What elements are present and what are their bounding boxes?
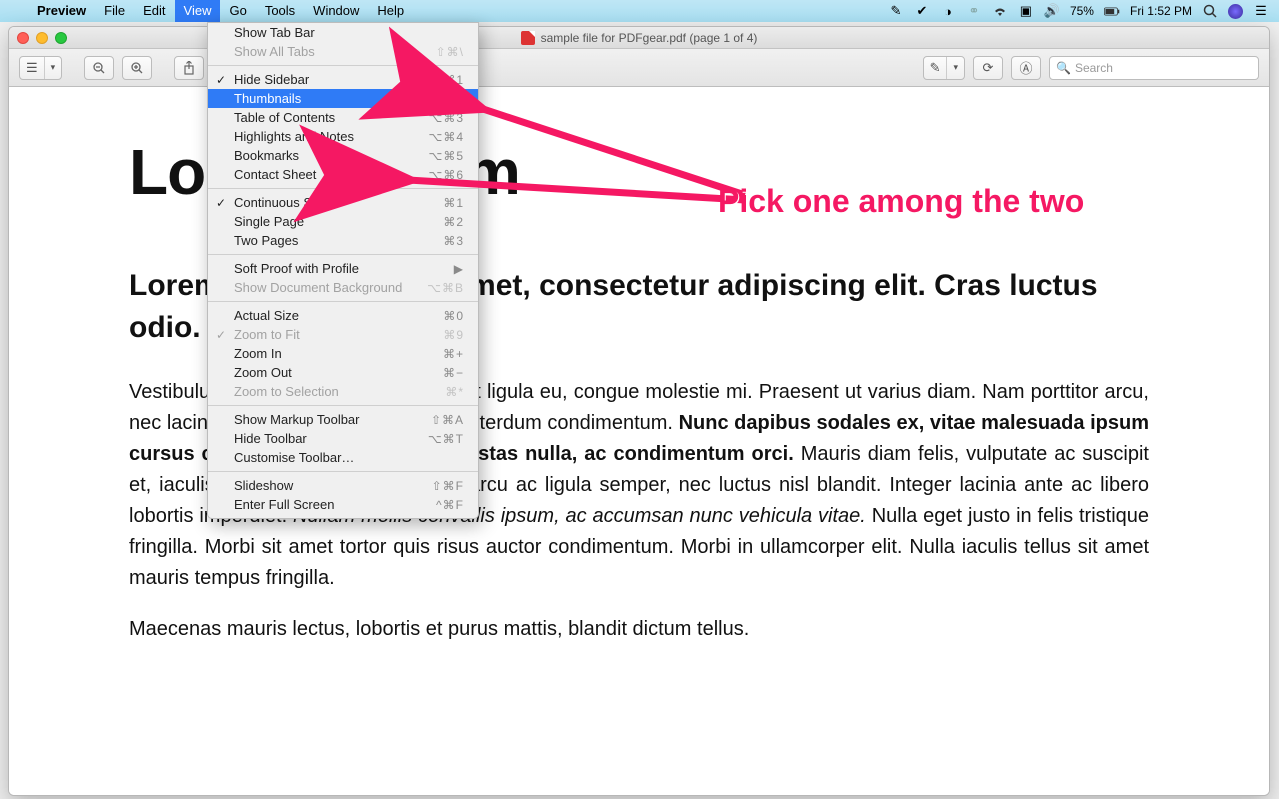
menubar: Preview File Edit View Go Tools Window H… [0,0,1279,22]
sidebar-view-button[interactable]: ☰▾ [19,56,62,80]
menu-item-zoom-out[interactable]: Zoom Out⌘− [208,363,478,382]
menu-item-zoom-in[interactable]: Zoom In⌘+ [208,344,478,363]
menu-file[interactable]: File [95,0,134,22]
markup-button[interactable]: Ⓐ [1011,56,1041,80]
search-icon: 🔍 [1056,61,1071,75]
app-name[interactable]: Preview [28,0,95,22]
toolbar: ☰▾ ✎▾ ⟳ Ⓐ 🔍 Search [9,49,1269,87]
menu-item-show-document-background: Show Document Background⌥⌘B [208,278,478,297]
display-icon[interactable]: ▣ [1018,3,1034,19]
bluetooth-icon[interactable]: ⚭ [966,3,982,19]
wifi-icon[interactable] [992,3,1008,19]
menu-item-slideshow[interactable]: Slideshow⇧⌘F [208,476,478,495]
menu-item-zoom-to-fit: ✓Zoom to Fit⌘9 [208,325,478,344]
window-title: sample file for PDFgear.pdf (page 1 of 4… [521,31,758,45]
clock[interactable]: Fri 1:52 PM [1130,4,1192,18]
menu-item-single-page[interactable]: Single Page⌘2 [208,212,478,231]
menu-item-bookmarks[interactable]: Bookmarks⌥⌘5 [208,146,478,165]
menu-item-zoom-to-selection: Zoom to Selection⌘* [208,382,478,401]
menu-item-soft-proof-with-profile[interactable]: Soft Proof with Profile▶ [208,259,478,278]
maximize-button[interactable] [55,32,67,44]
volume-icon[interactable]: 🔊 [1044,3,1060,19]
menu-item-show-all-tabs: Show All Tabs⇧⌘\ [208,42,478,61]
traffic-lights [17,32,67,44]
menu-go[interactable]: Go [220,0,255,22]
rotate-button[interactable]: ⟳ [973,56,1003,80]
battery-percent: 75% [1070,4,1094,18]
menu-item-hide-toolbar[interactable]: Hide Toolbar⌥⌘T [208,429,478,448]
battery-icon[interactable] [1104,3,1120,19]
menu-view[interactable]: View [175,0,221,22]
menu-help[interactable]: Help [368,0,413,22]
search-placeholder: Search [1075,61,1113,75]
menu-item-continuous-scroll[interactable]: ✓Continuous Scroll⌘1 [208,193,478,212]
menu-item-enter-full-screen[interactable]: Enter Full Screen^⌘F [208,495,478,514]
minimize-button[interactable] [36,32,48,44]
annotation-text: Pick one among the two [718,183,1084,220]
zoom-out-button[interactable] [84,56,114,80]
share-button[interactable] [174,56,204,80]
quill-icon[interactable]: ✎ [888,3,904,19]
notification-center-icon[interactable]: ☰ [1253,3,1269,19]
shield-check-icon[interactable]: ✔ [914,3,930,19]
pdf-icon [521,31,535,45]
menu-item-table-of-contents[interactable]: Table of Contents⌥⌘3 [208,108,478,127]
menu-item-show-markup-toolbar[interactable]: Show Markup Toolbar⇧⌘A [208,410,478,429]
menu-item-highlights-and-notes[interactable]: Highlights and Notes⌥⌘4 [208,127,478,146]
menu-window[interactable]: Window [304,0,368,22]
window-title-text: sample file for PDFgear.pdf (page 1 of 4… [541,31,758,45]
close-button[interactable] [17,32,29,44]
menu-item-show-tab-bar[interactable]: Show Tab Bar [208,23,478,42]
siri-icon[interactable] [1228,4,1243,19]
view-menu-dropdown: Show Tab BarShow All Tabs⇧⌘\ ✓Hide Sideba… [207,22,479,519]
menu-item-hide-sidebar[interactable]: ✓Hide Sidebar⌥⌘1 [208,70,478,89]
menu-item-actual-size[interactable]: Actual Size⌘0 [208,306,478,325]
titlebar[interactable]: sample file for PDFgear.pdf (page 1 of 4… [9,27,1269,49]
menu-tools[interactable]: Tools [256,0,304,22]
menu-edit[interactable]: Edit [134,0,174,22]
menu-item-two-pages[interactable]: Two Pages⌘3 [208,231,478,250]
spotlight-icon[interactable] [1202,3,1218,19]
menu-item-thumbnails[interactable]: Thumbnails⌥⌘2 [208,89,478,108]
shield-icon[interactable]: ◑ [940,3,956,19]
zoom-in-button[interactable] [122,56,152,80]
menu-item-customise-toolbar[interactable]: Customise Toolbar… [208,448,478,467]
pdf-page: Lorem ipsum Lorem ipsum dolor sit amet, … [9,87,1269,695]
preview-window: sample file for PDFgear.pdf (page 1 of 4… [8,26,1270,796]
menu-item-contact-sheet[interactable]: Contact Sheet⌥⌘6 [208,165,478,184]
highlight-tool-button[interactable]: ✎▾ [923,56,965,80]
menubar-right: ✎ ✔ ◑ ⚭ ▣ 🔊 75% Fri 1:52 PM ☰ [888,3,1279,19]
doc-paragraph-2: Maecenas mauris lectus, lobortis et puru… [129,614,1149,645]
search-input[interactable]: 🔍 Search [1049,56,1259,80]
